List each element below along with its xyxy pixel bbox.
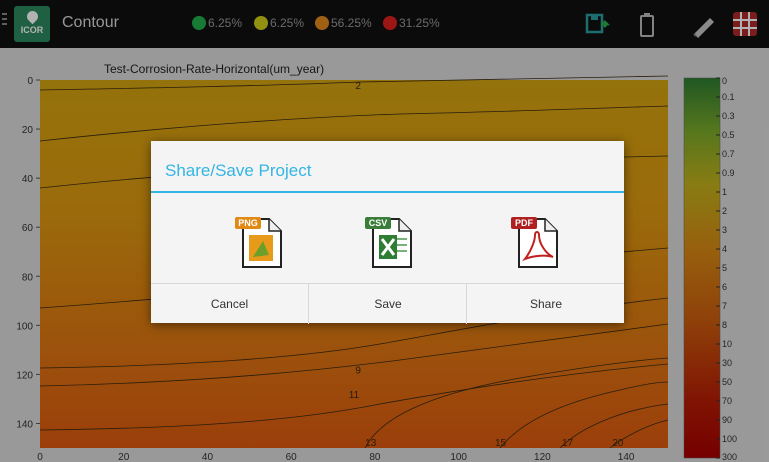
- share-button[interactable]: Share: [466, 284, 625, 324]
- png-label: PNG: [238, 218, 258, 228]
- share-save-dialog: Share/Save Project PNG CSV PDF Cancel Sa…: [151, 141, 624, 324]
- png-export-button[interactable]: PNG: [235, 215, 285, 271]
- csv-export-button[interactable]: CSV: [365, 215, 415, 271]
- dialog-actions: Cancel Save Share: [151, 283, 624, 324]
- csv-label: CSV: [369, 218, 388, 228]
- pdf-label: PDF: [515, 218, 534, 228]
- save-button[interactable]: Save: [308, 284, 467, 324]
- pdf-export-button[interactable]: PDF: [511, 215, 561, 271]
- cancel-button[interactable]: Cancel: [151, 284, 308, 324]
- dialog-title-divider: [151, 191, 624, 193]
- dialog-title: Share/Save Project: [165, 161, 312, 180]
